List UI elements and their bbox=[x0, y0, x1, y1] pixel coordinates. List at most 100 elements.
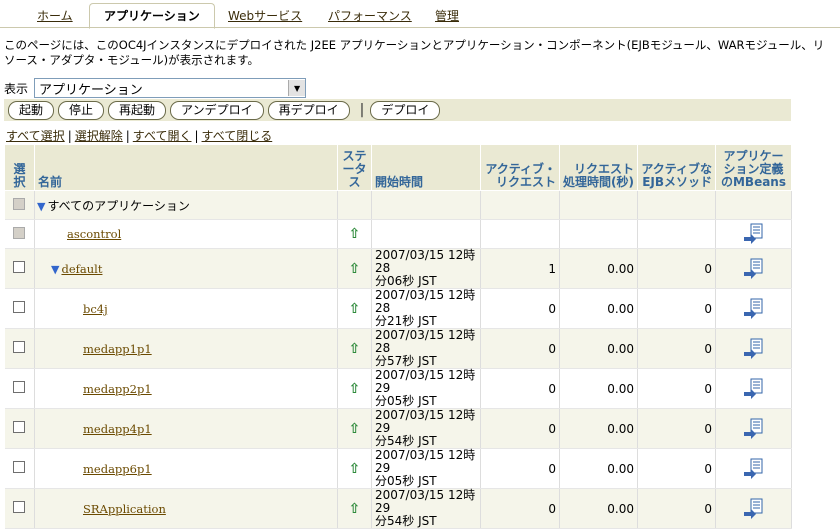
table-row: ▼ すべてのアプリケーション bbox=[4, 190, 792, 220]
row-checkbox bbox=[13, 226, 26, 239]
active-ejb-cell: 0 bbox=[637, 328, 716, 369]
name-cell: medapp2p1 bbox=[34, 368, 338, 409]
status-up-icon: ⇧ bbox=[348, 420, 361, 437]
link-divider: | bbox=[67, 129, 72, 143]
mbeans-cell bbox=[715, 248, 792, 289]
active-ejb-cell: 0 bbox=[637, 488, 716, 529]
app-name[interactable]: SRApplication bbox=[83, 502, 166, 516]
status-up-icon: ⇧ bbox=[348, 460, 361, 477]
name-cell: medapp4p1 bbox=[34, 408, 338, 449]
tab-home[interactable]: ホーム bbox=[37, 6, 73, 26]
status-up-icon: ⇧ bbox=[348, 300, 361, 317]
row-checkbox[interactable] bbox=[13, 261, 26, 273]
start-time-line2: 分06秒 JST bbox=[375, 274, 437, 288]
mbeans-icon[interactable] bbox=[719, 458, 788, 480]
start-time-line1: 2007/03/15 12時29 bbox=[375, 488, 476, 515]
view-select[interactable]: アプリケーション ▼ bbox=[34, 78, 307, 98]
mbeans-icon[interactable] bbox=[719, 223, 788, 245]
status-cell: ⇧ bbox=[337, 368, 372, 409]
row-checkbox[interactable] bbox=[13, 381, 26, 393]
row-checkbox[interactable] bbox=[13, 421, 26, 433]
active-ejb-cell: 0 bbox=[637, 248, 716, 289]
expand-triangle-icon[interactable]: ▼ bbox=[51, 263, 59, 276]
app-name[interactable]: ascontrol bbox=[67, 227, 121, 241]
mbeans-cell bbox=[715, 368, 792, 409]
view-row: 表示 アプリケーション ▼ bbox=[4, 78, 307, 98]
start-time-line1: 2007/03/15 12時29 bbox=[375, 368, 476, 395]
app-name[interactable]: bc4j bbox=[83, 302, 108, 316]
table-row: medapp4p1 ⇧ 2007/03/15 12時29 分54秒 JST 0 0.00 0 bbox=[4, 408, 792, 449]
start-time-line1: 2007/03/15 12時29 bbox=[375, 448, 476, 475]
active-ejb-cell bbox=[637, 219, 716, 249]
restart-button[interactable]: 再起動 bbox=[108, 100, 167, 120]
request-time-cell: 0.00 bbox=[559, 328, 638, 369]
col-mbeans: アプリケーション定義のMBeans bbox=[715, 144, 792, 191]
table-row: SRApplication ⇧ 2007/03/15 12時29 分54秒 JST 0 0… bbox=[4, 488, 792, 529]
start-time-cell: 2007/03/15 12時28 分21秒 JST bbox=[371, 288, 481, 329]
select-all-link[interactable]: すべて選択 bbox=[6, 129, 65, 143]
active-requests-cell: 0 bbox=[480, 288, 560, 329]
active-ejb-cell: 0 bbox=[637, 288, 716, 329]
row-checkbox[interactable] bbox=[13, 501, 26, 513]
collapse-all-link[interactable]: すべて閉じる bbox=[202, 129, 273, 143]
col-request-time: リクエスト処理時間(秒) bbox=[559, 144, 638, 191]
redeploy-button[interactable]: 再デプロイ bbox=[267, 100, 350, 120]
deploy-button[interactable]: デプロイ bbox=[370, 100, 441, 120]
active-requests-cell: 0 bbox=[480, 488, 560, 529]
selection-links: すべて選択 | 選択解除 | すべて開く | すべて閉じる bbox=[6, 127, 272, 144]
undeploy-button[interactable]: アンデプロイ bbox=[170, 100, 264, 120]
tab-baseline bbox=[0, 27, 840, 28]
table-row: bc4j ⇧ 2007/03/15 12時28 分21秒 JST 0 0.00 0 bbox=[4, 288, 792, 329]
start-time-line2: 分54秒 JST bbox=[375, 514, 437, 528]
active-ejb-cell bbox=[637, 190, 716, 220]
mbeans-icon[interactable] bbox=[719, 498, 788, 520]
view-select-value: アプリケーション bbox=[39, 82, 143, 98]
chevron-down-icon[interactable]: ▼ bbox=[288, 80, 306, 96]
active-requests-cell: 1 bbox=[480, 248, 560, 289]
app-name[interactable]: default bbox=[61, 262, 102, 276]
name-cell: medapp1p1 bbox=[34, 328, 338, 369]
status-up-icon: ⇧ bbox=[348, 260, 361, 277]
start-time-line2: 分54秒 JST bbox=[375, 434, 437, 448]
tab-administration[interactable]: 管理 bbox=[435, 6, 459, 26]
mbeans-cell bbox=[715, 288, 792, 329]
app-name[interactable]: medapp2p1 bbox=[83, 382, 152, 396]
row-checkbox[interactable] bbox=[13, 341, 26, 353]
table-row: medapp1p1 ⇧ 2007/03/15 12時28 分57秒 JST 0 0.00 0 bbox=[4, 328, 792, 369]
app-name[interactable]: medapp1p1 bbox=[83, 342, 152, 356]
stop-button[interactable]: 停止 bbox=[58, 100, 105, 120]
select-cell bbox=[4, 328, 35, 369]
start-time-cell: 2007/03/15 12時29 分05秒 JST bbox=[371, 368, 481, 409]
mbeans-cell bbox=[715, 219, 792, 249]
app-name[interactable]: medapp4p1 bbox=[83, 422, 152, 436]
select-cell bbox=[4, 488, 35, 529]
request-time-cell: 0.00 bbox=[559, 448, 638, 489]
row-checkbox[interactable] bbox=[13, 301, 26, 313]
start-time-cell: 2007/03/15 12時28 分57秒 JST bbox=[371, 328, 481, 369]
start-time-line2: 分05秒 JST bbox=[375, 394, 437, 408]
mbeans-cell bbox=[715, 408, 792, 449]
expand-triangle-icon[interactable]: ▼ bbox=[37, 200, 45, 213]
table-row: ascontrol ⇧ bbox=[4, 219, 792, 249]
tab-web-services[interactable]: Webサービス bbox=[228, 6, 302, 26]
row-checkbox[interactable] bbox=[13, 461, 26, 473]
mbeans-icon[interactable] bbox=[719, 418, 788, 440]
app-name[interactable]: medapp6p1 bbox=[83, 462, 152, 476]
expand-all-link[interactable]: すべて開く bbox=[133, 129, 192, 143]
table-row: medapp6p1 ⇧ 2007/03/15 12時29 分05秒 JST 0 0.00 0 bbox=[4, 448, 792, 489]
tab-performance[interactable]: パフォーマンス bbox=[328, 6, 412, 26]
tab-applications[interactable]: アプリケーション bbox=[89, 3, 215, 29]
mbeans-icon[interactable] bbox=[719, 298, 788, 320]
status-up-icon: ⇧ bbox=[348, 340, 361, 357]
col-status: ステータス bbox=[337, 144, 372, 191]
mbeans-cell bbox=[715, 328, 792, 369]
start-button[interactable]: 起動 bbox=[8, 100, 55, 120]
select-cell bbox=[4, 190, 35, 220]
start-time-cell: 2007/03/15 12時29 分54秒 JST bbox=[371, 488, 481, 529]
mbeans-icon[interactable] bbox=[719, 258, 788, 280]
mbeans-icon[interactable] bbox=[719, 338, 788, 360]
request-time-cell: 0.00 bbox=[559, 408, 638, 449]
start-time-cell bbox=[371, 190, 481, 220]
deselect-link[interactable]: 選択解除 bbox=[75, 129, 123, 143]
mbeans-icon[interactable] bbox=[719, 378, 788, 400]
